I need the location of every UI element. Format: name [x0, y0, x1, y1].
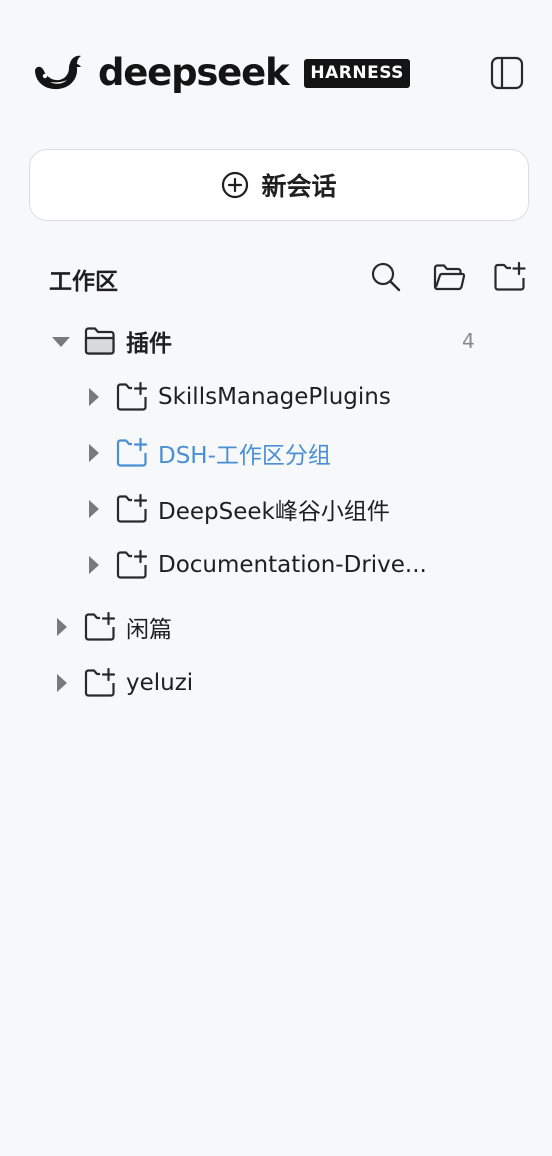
brand-badge: HARNESS [304, 58, 410, 88]
tree-item-label: Documentation-Drive... [158, 552, 427, 578]
brand-name: deepseek [98, 51, 290, 94]
tree-item-label: DSH-工作区分组 [158, 443, 331, 469]
tree-folder-label: 插件 [126, 331, 172, 357]
tree-item-dsh-group[interactable]: DSH-工作区分组 [82, 429, 331, 477]
caret-right-icon[interactable] [82, 498, 104, 520]
caret-down-icon[interactable] [50, 330, 72, 352]
new-chat-button[interactable]: 新会话 [29, 149, 529, 221]
tree-folder-xianpian[interactable]: 闲篇 [50, 603, 172, 651]
tree-folder-count: 4 [462, 329, 475, 353]
sidebar-toggle-icon[interactable] [490, 56, 524, 90]
caret-right-icon[interactable] [50, 616, 72, 638]
folder-plus-icon [116, 550, 148, 579]
tree-folder-label: yeluzi [126, 670, 194, 696]
workspace-header: 工作区 [0, 250, 552, 304]
workspace-title: 工作区 [49, 269, 118, 295]
plus-circle-icon [222, 171, 249, 199]
folder-open-icon[interactable] [432, 260, 466, 294]
sidebar: deepseek HARNESS 新会话 工作区 插件 4 SkillsMana… [0, 0, 552, 1156]
brand-logo[interactable]: deepseek HARNESS [32, 54, 410, 92]
folder-open-icon [84, 327, 115, 355]
tree-folder-label: 闲篇 [126, 617, 172, 643]
tree-item-label: SkillsManagePlugins [158, 384, 391, 410]
tree-item-skillsmanageplugins[interactable]: SkillsManagePlugins [82, 373, 391, 421]
search-icon[interactable] [369, 260, 403, 294]
tree-folder-plugins[interactable]: 插件 [50, 317, 172, 365]
tree-item-documentation[interactable]: Documentation-Drive... [82, 541, 427, 589]
caret-right-icon[interactable] [82, 554, 104, 576]
folder-plus-icon [84, 612, 116, 641]
folder-plus-icon[interactable] [493, 260, 527, 294]
caret-right-icon[interactable] [50, 672, 72, 694]
folder-plus-icon [84, 668, 116, 697]
caret-right-icon[interactable] [82, 386, 104, 408]
folder-plus-icon [116, 494, 148, 523]
folder-plus-icon [116, 438, 148, 467]
sidebar-header: deepseek HARNESS [0, 0, 552, 148]
tree-item-deepseek-widget[interactable]: DeepSeek峰谷小组件 [82, 485, 390, 533]
caret-right-icon[interactable] [82, 442, 104, 464]
new-chat-label: 新会话 [261, 172, 337, 201]
folder-plus-icon [116, 382, 148, 411]
tree-item-label: DeepSeek峰谷小组件 [158, 499, 390, 525]
deepseek-whale-icon [35, 55, 81, 90]
tree-folder-yeluzi[interactable]: yeluzi [50, 659, 193, 707]
